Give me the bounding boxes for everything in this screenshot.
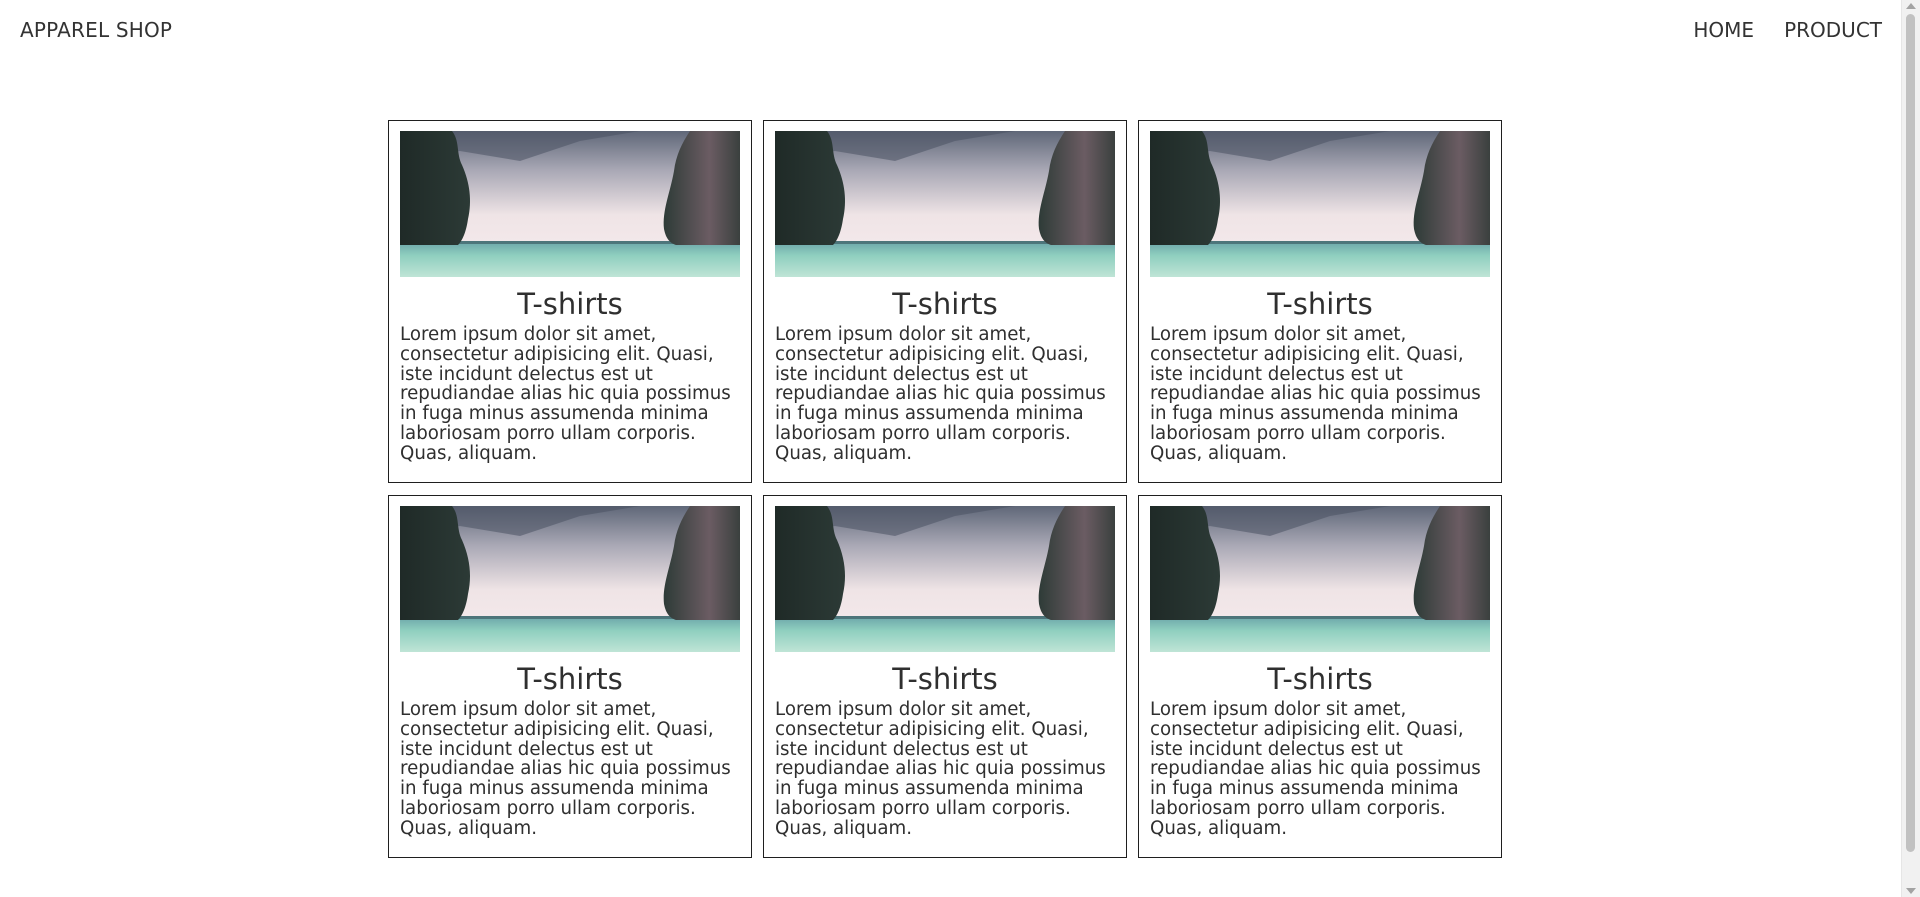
scroll-down-arrow-icon[interactable]	[1906, 888, 1916, 894]
product-title: T-shirts	[1267, 287, 1373, 321]
product-description: Lorem ipsum dolor sit amet, consectetur …	[1150, 324, 1481, 464]
product-image	[400, 131, 740, 277]
product-title: T-shirts	[517, 287, 623, 321]
product-card: T-shirts Lorem ipsum dolor sit amet, con…	[763, 495, 1127, 858]
product-image	[775, 131, 1115, 277]
product-image	[775, 506, 1115, 652]
product-card: T-shirts Lorem ipsum dolor sit amet, con…	[1138, 120, 1502, 483]
product-description: Lorem ipsum dolor sit amet, consectetur …	[1150, 699, 1481, 839]
product-description: Lorem ipsum dolor sit amet, consectetur …	[400, 699, 731, 839]
vertical-scrollbar[interactable]	[1901, 0, 1920, 897]
top-navbar: APPAREL SHOP HOME PRODUCT	[0, 0, 1902, 62]
product-card: T-shirts Lorem ipsum dolor sit amet, con…	[388, 495, 752, 858]
scrollbar-thumb[interactable]	[1906, 14, 1915, 852]
product-title: T-shirts	[517, 662, 623, 696]
product-image	[1150, 506, 1490, 652]
nav-home-link[interactable]: HOME	[1693, 18, 1754, 42]
product-card: T-shirts Lorem ipsum dolor sit amet, con…	[1138, 495, 1502, 858]
nav-links: HOME PRODUCT	[1663, 18, 1882, 42]
product-grid: T-shirts Lorem ipsum dolor sit amet, con…	[388, 120, 1504, 858]
product-title: T-shirts	[892, 662, 998, 696]
product-description: Lorem ipsum dolor sit amet, consectetur …	[775, 699, 1106, 839]
product-card: T-shirts Lorem ipsum dolor sit amet, con…	[388, 120, 752, 483]
product-image	[400, 506, 740, 652]
brand-logo-link[interactable]: APPAREL SHOP	[20, 18, 172, 42]
product-image	[1150, 131, 1490, 277]
product-title: T-shirts	[1267, 662, 1373, 696]
product-card: T-shirts Lorem ipsum dolor sit amet, con…	[763, 120, 1127, 483]
product-title: T-shirts	[892, 287, 998, 321]
scroll-up-arrow-icon[interactable]	[1906, 3, 1916, 9]
product-description: Lorem ipsum dolor sit amet, consectetur …	[400, 324, 731, 464]
page: APPAREL SHOP HOME PRODUCT T-shirts Lorem…	[0, 0, 1920, 897]
nav-product-link[interactable]: PRODUCT	[1784, 18, 1882, 42]
product-description: Lorem ipsum dolor sit amet, consectetur …	[775, 324, 1106, 464]
